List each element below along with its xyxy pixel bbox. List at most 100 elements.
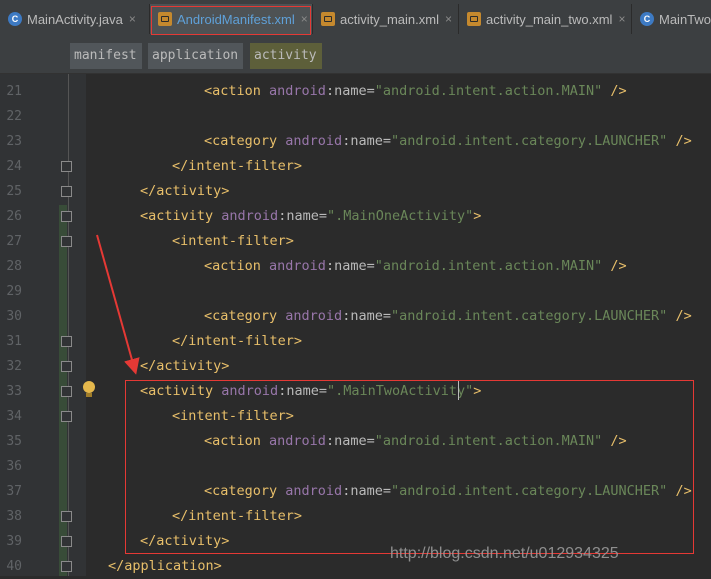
code-token: >: [473, 208, 482, 224]
code-token: >: [473, 383, 482, 399]
code-token: </activity>: [140, 358, 230, 374]
code-token: :name=: [342, 308, 391, 324]
lightbulb-icon[interactable]: [82, 381, 96, 399]
code-token: />: [667, 308, 692, 324]
fold-marker-icon[interactable]: [61, 336, 72, 347]
breadcrumb-manifest[interactable]: manifest: [70, 43, 142, 69]
code-token: "android.intent.category.LAUNCHER": [390, 308, 668, 324]
line-number: 38: [6, 509, 22, 524]
fold-marker-icon[interactable]: [61, 161, 72, 172]
code-token: :name=: [325, 433, 375, 449]
code-token: <activity: [140, 208, 222, 224]
code-token: </activity>: [140, 183, 230, 199]
line-number: 30: [6, 309, 22, 324]
code-token: android: [269, 83, 326, 99]
code-token: :name=: [325, 258, 375, 274]
line-number: 32: [6, 359, 22, 374]
code-text: <category android:name="android.intent.c…: [204, 479, 692, 504]
line-number: 23: [6, 134, 22, 149]
code-token: </application>: [108, 558, 222, 574]
code-token: ".MainOneActivity": [326, 208, 474, 224]
code-token: android: [269, 258, 326, 274]
code-text: <activity android:name=".MainTwoActivity…: [140, 379, 481, 404]
code-line[interactable]: 28 <action android:name="android.intent.a…: [0, 254, 711, 279]
code-token: "android.intent.action.MAIN": [374, 83, 603, 99]
code-line[interactable]: 27 <intent-filter>: [0, 229, 711, 254]
fold-marker-icon[interactable]: [61, 511, 72, 522]
code-text: <category android:name="android.intent.c…: [204, 304, 692, 329]
code-line[interactable]: 38 </intent-filter>: [0, 504, 711, 529]
watermark: http://blog.csdn.net/u012934325: [390, 545, 619, 562]
tab-maintwo[interactable]: C MainTwo: [632, 4, 711, 34]
code-line[interactable]: 34 <intent-filter>: [0, 404, 711, 429]
fold-marker-icon[interactable]: [61, 536, 72, 547]
tab-label: MainActivity.java: [27, 11, 123, 27]
line-number: 39: [6, 534, 22, 549]
code-token: android: [285, 308, 343, 324]
close-icon[interactable]: ×: [129, 12, 136, 26]
line-number: 28: [6, 259, 22, 274]
code-token: ".MainTwoActivity": [326, 383, 474, 399]
breadcrumb-activity[interactable]: activity: [250, 43, 322, 69]
code-text: </activity>: [140, 179, 229, 204]
line-number: 27: [6, 234, 22, 249]
code-token: :name=: [278, 208, 327, 224]
line-number: 29: [6, 284, 22, 299]
text-caret: [458, 381, 459, 400]
code-line[interactable]: 22: [0, 104, 711, 129]
code-text: <activity android:name=".MainOneActivity…: [140, 204, 481, 229]
tab-activity-main-two-xml[interactable]: activity_main_two.xml ×: [459, 4, 632, 34]
fold-marker-icon[interactable]: [61, 411, 72, 422]
code-token: />: [602, 258, 627, 274]
code-line[interactable]: 36: [0, 454, 711, 479]
code-line[interactable]: 23 <category android:name="android.intent…: [0, 129, 711, 154]
code-token: :name=: [342, 133, 391, 149]
code-line[interactable]: 31 </intent-filter>: [0, 329, 711, 354]
close-icon[interactable]: ×: [618, 12, 625, 26]
code-token: "android.intent.category.LAUNCHER": [390, 483, 668, 499]
close-icon[interactable]: ×: [445, 12, 452, 26]
line-number: 36: [6, 459, 22, 474]
tab-androidmanifest-xml[interactable]: AndroidManifest.xml ×: [150, 4, 313, 34]
code-line[interactable]: 29: [0, 279, 711, 304]
code-token: android: [221, 208, 279, 224]
fold-marker-icon[interactable]: [61, 361, 72, 372]
code-line[interactable]: 33 <activity android:name=".MainTwoActivi…: [0, 379, 711, 404]
code-text: <intent-filter>: [172, 229, 294, 254]
tab-mainactivity-java[interactable]: C MainActivity.java ×: [0, 4, 150, 34]
line-number: 21: [6, 84, 22, 99]
code-line[interactable]: 24 </intent-filter>: [0, 154, 711, 179]
line-number: 33: [6, 384, 22, 399]
code-token: <activity: [140, 383, 222, 399]
line-number: 37: [6, 484, 22, 499]
code-text: <intent-filter>: [172, 404, 294, 429]
breadcrumb: manifest application activity: [0, 38, 711, 74]
code-line[interactable]: 30 <category android:name="android.intent…: [0, 304, 711, 329]
editor-tab-bar: C MainActivity.java × AndroidManifest.xm…: [0, 0, 711, 39]
tab-activity-main-xml[interactable]: activity_main.xml ×: [313, 4, 459, 34]
code-token: <action: [204, 83, 270, 99]
fold-marker-icon[interactable]: [61, 386, 72, 397]
line-number: 26: [6, 209, 22, 224]
code-line[interactable]: 21 <action android:name="android.intent.a…: [0, 79, 711, 104]
code-token: android: [285, 133, 343, 149]
code-token: />: [602, 83, 627, 99]
code-token: android: [269, 433, 326, 449]
code-line[interactable]: 26 <activity android:name=".MainOneActivi…: [0, 204, 711, 229]
code-line[interactable]: 37 <category android:name="android.intent…: [0, 479, 711, 504]
code-token: </intent-filter>: [172, 158, 303, 174]
code-line[interactable]: 25 </activity>: [0, 179, 711, 204]
close-icon[interactable]: ×: [301, 12, 308, 26]
fold-marker-icon[interactable]: [61, 236, 72, 247]
code-line[interactable]: 32 </activity>: [0, 354, 711, 379]
fold-marker-icon[interactable]: [61, 561, 72, 572]
code-token: "android.intent.action.MAIN": [374, 433, 603, 449]
code-token: <intent-filter>: [172, 233, 294, 249]
code-text: <action android:name="android.intent.act…: [204, 429, 627, 454]
code-text: </activity>: [140, 529, 229, 554]
breadcrumb-application[interactable]: application: [148, 43, 243, 69]
fold-marker-icon[interactable]: [61, 186, 72, 197]
code-line[interactable]: 35 <action android:name="android.intent.a…: [0, 429, 711, 454]
fold-marker-icon[interactable]: [61, 211, 72, 222]
class-icon: C: [640, 12, 654, 26]
